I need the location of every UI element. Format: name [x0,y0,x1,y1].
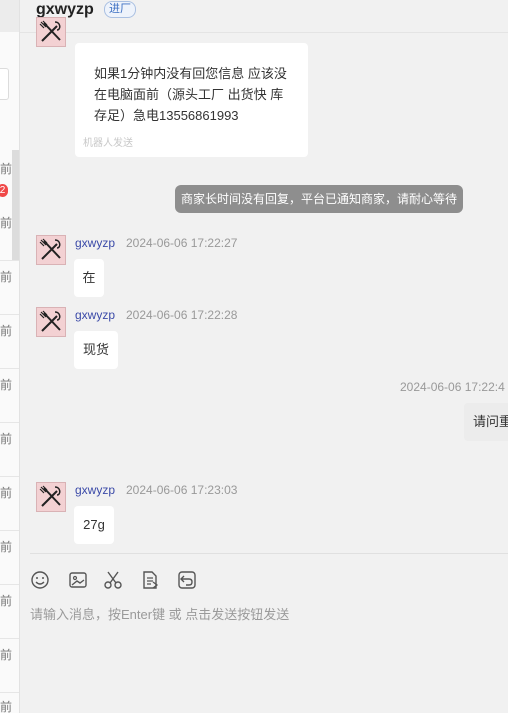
conversation-search-input[interactable] [0,68,9,100]
message-time: 2024-06-06 17:22:28 [126,308,238,322]
conversation-time: 前 [0,378,13,392]
message-bubble: 在 [74,259,104,297]
outgoing-bubble: 请问重 [464,403,508,441]
list-divider [0,260,19,261]
message-input[interactable] [30,603,500,625]
list-header-shade [0,0,19,32]
avatar[interactable] [36,307,66,337]
conversation-time: 前 [0,324,13,338]
message-time: 2024-06-06 17:22:4 [400,380,505,394]
system-notice: 商家长时间没有回复，平台已通知商家，请耐心等待 [175,185,464,213]
avatar[interactable] [36,17,66,47]
scissors-icon[interactable] [103,570,123,590]
conversation-time: 前 [0,486,13,500]
fork-knife-icon [37,236,65,264]
history-icon[interactable] [177,570,197,590]
conversation-time: 前 [0,700,13,713]
list-divider [0,476,19,477]
list-scrollbar[interactable] [12,150,19,260]
sender-name[interactable]: gxwyzp [75,236,115,250]
fork-knife-icon [37,18,65,46]
list-divider [0,692,19,693]
fork-knife-icon [37,483,65,511]
fork-knife-icon [37,308,65,336]
list-divider [0,584,19,585]
avatar[interactable] [36,235,66,265]
list-divider [0,314,19,315]
list-divider [0,530,19,531]
sender-name[interactable]: gxwyzp [75,308,115,322]
auto-reply-line: 在电脑面前（源头工厂 出货快 库 [94,87,284,102]
list-divider [0,422,19,423]
message-text: 27g [83,517,105,532]
avatar[interactable] [36,482,66,512]
message-text: 请问重 [473,414,508,429]
auto-reply-line: 存足）急电13556861993 [94,108,239,123]
conversation-time: 前 [0,216,13,230]
auto-reply-bubble: 如果1分钟内没有回您信息 应该没 在电脑面前（源头工厂 出货快 库 存足）急电1… [75,43,308,157]
auto-reply-line: 如果1分钟内没有回您信息 应该没 [94,66,287,81]
message-time: 2024-06-06 17:23:03 [126,483,238,497]
unread-badge: 2 [0,184,8,197]
conversation-time: 前 [0,270,13,284]
conversation-time: 前 [0,648,13,662]
conversation-time: 前 [0,540,13,554]
robot-sent-note: 机器人发送 [83,138,133,149]
list-divider [0,638,19,639]
image-icon[interactable] [68,570,88,590]
message-text: 在 [82,270,96,285]
message-bubble: 27g [74,506,114,544]
message-time: 2024-06-06 17:22:27 [126,236,238,250]
document-icon[interactable] [140,570,160,590]
conversation-list: 前 2 前 前 前 前 前 前 前 前 前 前 [0,0,20,713]
message-text: 现货 [82,342,109,357]
conversation-time: 前 [0,594,13,608]
composer-divider [30,553,508,554]
enter-shop-tag[interactable]: 进厂 [104,1,136,18]
chat-header: gxwyzp 进厂 [20,0,508,33]
sender-name[interactable]: gxwyzp [75,483,115,497]
conversation-time: 前 [0,432,13,446]
emoji-icon[interactable] [30,570,50,590]
message-bubble: 现货 [74,331,118,369]
conversation-time: 前 [0,162,13,176]
auto-reply-text: 如果1分钟内没有回您信息 应该没 在电脑面前（源头工厂 出货快 库 存足）急电1… [94,63,287,126]
list-divider [0,368,19,369]
